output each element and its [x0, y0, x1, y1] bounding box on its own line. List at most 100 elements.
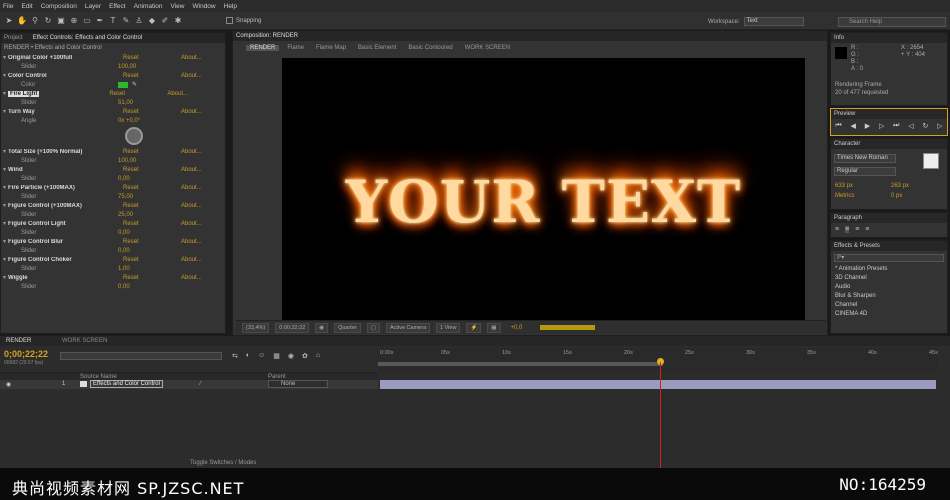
tracking-value[interactable]: 0 px [891, 193, 902, 199]
param-value[interactable]: 0,00 [118, 230, 130, 236]
effect-param-row[interactable]: Slider 100,00 [3, 156, 221, 165]
param-value[interactable]: 51,00 [118, 100, 133, 106]
effect-param-row[interactable]: Slider 100,00 [3, 62, 221, 71]
effect-name[interactable]: Wiggle [8, 275, 123, 281]
expand-triangle-icon[interactable]: ▾ [3, 238, 6, 245]
effect-name[interactable]: Figure Control Blur [8, 239, 123, 245]
preset-category-item[interactable]: Blur & Sharpen [835, 292, 947, 301]
eraser-tool-icon[interactable]: ◆ [147, 16, 157, 26]
menu-animation[interactable]: Animation [134, 3, 163, 10]
effect-param-row[interactable]: Slider 0,00 [3, 228, 221, 237]
loop-icon[interactable]: ↻ [922, 122, 928, 130]
reset-button[interactable]: Reset [123, 221, 181, 227]
effect-name[interactable]: Fire Light [8, 90, 40, 97]
rectangle-tool-icon[interactable]: ▭ [82, 16, 92, 26]
snapping-toggle[interactable]: Snapping [226, 17, 261, 24]
preset-category-item[interactable]: Audio [835, 283, 947, 292]
time-ruler[interactable]: 0:00s 05s 10s 15s 20s 25s 30s 35s 40s 45s [378, 348, 938, 374]
type-tool-icon[interactable]: T [108, 16, 118, 26]
layer-name[interactable]: Effects and Color Control [90, 380, 163, 388]
param-value[interactable]: 75,00 [118, 194, 133, 200]
effect-row[interactable]: ▾ Original Color +100full Reset About... [3, 53, 221, 62]
active-camera-dropdown[interactable]: Active Camera [385, 322, 431, 333]
play-icon[interactable]: ▶ [865, 122, 870, 130]
hand-tool-icon[interactable]: ✋ [17, 16, 27, 26]
reset-button[interactable]: Reset [123, 109, 181, 115]
flow-work-screen[interactable]: WORK SCREEN [465, 45, 510, 51]
fast-preview-icon[interactable]: ⚡ [466, 322, 482, 333]
reset-button[interactable]: Reset [123, 257, 181, 263]
eyedropper-icon[interactable]: ✎ [132, 81, 137, 88]
effect-param-row[interactable]: Slider 51,00 [3, 98, 221, 107]
about-button[interactable]: About... [181, 275, 202, 281]
brush-tool-icon[interactable]: ✎ [121, 16, 131, 26]
magnification-dropdown[interactable]: (33,4%) [242, 322, 270, 333]
effect-name[interactable]: Turn Way [8, 109, 123, 115]
about-button[interactable]: About... [181, 109, 202, 115]
kerning-value[interactable]: Metrics [835, 193, 854, 199]
camera-icon[interactable]: ◉ [315, 322, 329, 333]
about-button[interactable]: About... [181, 257, 202, 263]
flow-basic-contoured[interactable]: Basic Contoured [408, 45, 452, 51]
menu-help[interactable]: Help [224, 3, 237, 10]
expand-triangle-icon[interactable]: ▾ [3, 54, 6, 61]
reset-button[interactable]: Reset [123, 203, 181, 209]
parent-dropdown[interactable]: None [268, 380, 328, 388]
param-value[interactable]: 25,00 [118, 212, 133, 218]
flow-flame[interactable]: Flame [287, 45, 304, 51]
effect-row[interactable]: ▾ Wind Reset About... [3, 165, 221, 174]
effect-row[interactable]: ▾ Turn Way Reset About... [3, 107, 221, 116]
motion-blur-icon[interactable]: ◉ [288, 352, 294, 360]
transparency-grid-icon[interactable]: ▦ [487, 322, 501, 333]
layer-visibility-icon[interactable]: ◉ [6, 381, 11, 388]
about-button[interactable]: About... [167, 91, 188, 97]
param-value[interactable]: 0,00 [118, 284, 130, 290]
reset-button[interactable]: Reset [123, 239, 181, 245]
next-frame-icon[interactable]: ▷ [879, 122, 884, 130]
font-family-dropdown[interactable]: Times New Roman [834, 154, 896, 163]
menu-view[interactable]: View [171, 3, 185, 10]
param-value[interactable]: 100,00 [118, 64, 136, 70]
view-layout-dropdown[interactable]: 1 View [436, 322, 461, 333]
shy-icon[interactable]: ☺ [258, 352, 265, 360]
flow-flame-map[interactable]: Flame Map [316, 45, 346, 51]
preset-category-item[interactable]: CINEMA 4D [835, 310, 947, 319]
effect-name[interactable]: Wind [8, 167, 123, 173]
about-button[interactable]: About... [181, 167, 202, 173]
about-button[interactable]: About... [181, 55, 202, 61]
effect-name[interactable]: Fire Particle (+100MAX) [8, 185, 123, 191]
tab-timeline-work-screen[interactable]: WORK SCREEN [62, 338, 107, 344]
expand-triangle-icon[interactable]: ▾ [3, 184, 6, 191]
reset-button[interactable]: Reset [123, 73, 181, 79]
menu-file[interactable]: File [3, 3, 13, 10]
param-value[interactable]: 100,00 [118, 158, 136, 164]
ram-preview-icon[interactable]: ▷ [937, 122, 942, 130]
rotate-tool-icon[interactable]: ↻ [43, 16, 53, 26]
menu-layer[interactable]: Layer [85, 3, 101, 10]
frame-blending-icon[interactable]: ▦ [273, 352, 280, 360]
effect-name[interactable]: Figure Control (+100MAX) [8, 203, 123, 209]
brainstorm-icon[interactable]: ✿ [302, 352, 308, 360]
pen-tool-icon[interactable]: ✒ [95, 16, 105, 26]
effect-param-row[interactable]: Slider 75,00 [3, 192, 221, 201]
workspace-dropdown[interactable]: Text [743, 17, 804, 26]
roto-brush-tool-icon[interactable]: ✐ [160, 16, 170, 26]
effect-row[interactable]: ▾ Color Control Reset About... [3, 71, 221, 80]
reset-button[interactable]: Reset [123, 275, 181, 281]
exposure-value[interactable]: +0,0 [511, 325, 523, 331]
last-frame-icon[interactable]: ⏭ [893, 122, 899, 130]
about-button[interactable]: About... [181, 203, 202, 209]
reset-button[interactable]: Reset [109, 91, 167, 97]
layer-duration-bar[interactable] [380, 380, 936, 389]
expand-triangle-icon[interactable]: ▾ [3, 108, 6, 115]
effect-param-row[interactable]: Angle 0x +0,0° [3, 116, 221, 125]
snapping-checkbox[interactable] [226, 17, 233, 24]
leading-value[interactable]: 263 px [891, 183, 909, 189]
effect-name[interactable]: Figure Control Light [8, 221, 123, 227]
effect-row[interactable]: ▾ Total Size (+100% Normal) Reset About... [3, 147, 221, 156]
effect-param-row[interactable]: Slider 0,00 [3, 282, 221, 291]
font-style-dropdown[interactable]: Regular [834, 167, 896, 176]
clone-stamp-tool-icon[interactable]: ♙ [134, 16, 144, 26]
preset-category-item[interactable]: 3D Channel [835, 274, 947, 283]
layer-row[interactable]: ◉ 1 Effects and Color Control ⁄ None [0, 380, 378, 389]
